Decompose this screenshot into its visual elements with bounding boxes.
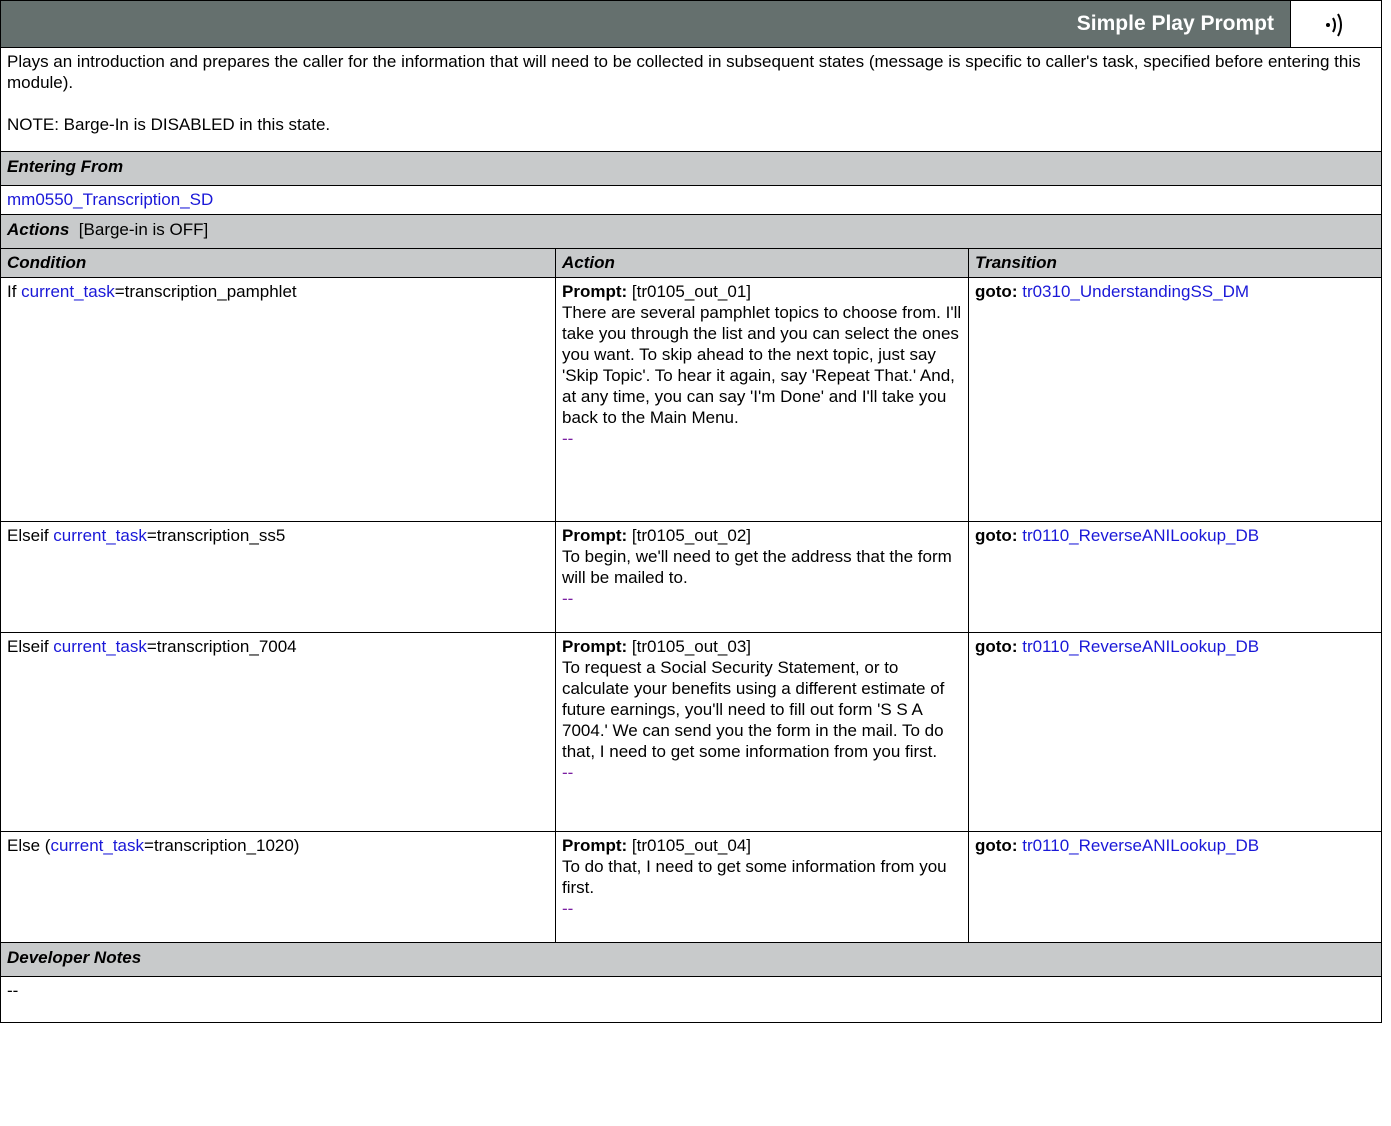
goto-link[interactable]: tr0110_ReverseANILookup_DB — [1022, 526, 1259, 545]
prompt-id: [tr0105_out_02] — [627, 526, 751, 545]
developer-notes-header: Developer Notes — [0, 942, 1383, 977]
prompt-text: To do that, I need to get some informati… — [562, 857, 947, 897]
goto-link[interactable]: tr0110_ReverseANILookup_DB — [1022, 637, 1259, 656]
description-text: Plays an introduction and prepares the c… — [7, 52, 1361, 92]
table-row: Else (current_task=transcription_1020) P… — [0, 831, 1383, 943]
table-row: Elseif current_task=transcription_7004 P… — [0, 632, 1383, 832]
speaker-sound-icon — [1290, 1, 1382, 47]
condition-value: =transcription_ss5 — [146, 526, 286, 545]
action-cell: Prompt: [tr0105_out_01] There are several… — [555, 277, 969, 522]
table-row: If current_task=transcription_pamphlet P… — [0, 277, 1383, 522]
spec-page: Simple Play Prompt Plays an introduction… — [0, 0, 1383, 1023]
actions-label: Actions — [7, 220, 70, 239]
prompt-text: To request a Social Security Statement, … — [562, 658, 945, 761]
action-cell: Prompt: [tr0105_out_02] To begin, we'll n… — [555, 521, 969, 633]
current-task-link[interactable]: current_task — [53, 637, 147, 656]
transition-cell: goto: tr0110_ReverseANILookup_DB — [967, 632, 1383, 832]
prompt-label: Prompt: — [562, 282, 628, 301]
actions-header: Actions [Barge-in is OFF] — [0, 214, 1383, 249]
table-row: Elseif current_task=transcription_ss5 Pr… — [0, 521, 1383, 633]
prompt-label: Prompt: — [562, 836, 628, 855]
prompt-id: [tr0105_out_04] — [627, 836, 751, 855]
action-cell: Prompt: [tr0105_out_03] To request a Soci… — [555, 632, 969, 832]
prompt-dash-link[interactable]: -- — [562, 763, 573, 782]
goto-label: goto: — [975, 526, 1018, 545]
condition-prefix: If — [7, 282, 22, 301]
goto-link[interactable]: tr0310_UnderstandingSS_DM — [1022, 282, 1249, 301]
current-task-link[interactable]: current_task — [50, 836, 144, 855]
prompt-dash-link[interactable]: -- — [562, 589, 573, 608]
title-bar: Simple Play Prompt — [0, 0, 1383, 48]
goto-label: goto: — [975, 836, 1018, 855]
prompt-text: There are several pamphlet topics to cho… — [562, 303, 962, 427]
condition-value: =transcription_1020) — [144, 836, 300, 855]
prompt-label: Prompt: — [562, 637, 628, 656]
prompt-dash-link[interactable]: -- — [562, 899, 573, 918]
column-header-transition: Transition — [967, 248, 1383, 278]
column-header-condition: Condition — [0, 248, 556, 278]
page-title: Simple Play Prompt — [1076, 12, 1275, 35]
column-header-action: Action — [555, 248, 969, 278]
entering-from-cell: mm0550_Transcription_SD — [0, 185, 1383, 215]
goto-label: goto: — [975, 282, 1018, 301]
condition-prefix: Elseif — [7, 526, 54, 545]
condition-value: =transcription_pamphlet — [114, 282, 297, 301]
state-spec-table: Simple Play Prompt Plays an introduction… — [0, 0, 1383, 1023]
prompt-label: Prompt: — [562, 526, 628, 545]
condition-prefix: Elseif — [7, 637, 54, 656]
condition-cell: If current_task=transcription_pamphlet — [0, 277, 556, 522]
transition-cell: goto: tr0110_ReverseANILookup_DB — [967, 521, 1383, 633]
prompt-dash-link[interactable]: -- — [562, 429, 573, 448]
current-task-link[interactable]: current_task — [53, 526, 147, 545]
transition-cell: goto: tr0110_ReverseANILookup_DB — [967, 831, 1383, 943]
prompt-text: To begin, we'll need to get the address … — [562, 547, 952, 587]
condition-cell: Elseif current_task=transcription_7004 — [0, 632, 556, 832]
current-task-link[interactable]: current_task — [21, 282, 115, 301]
entering-from-header: Entering From — [0, 151, 1383, 186]
goto-label: goto: — [975, 637, 1018, 656]
barge-in-note: NOTE: Barge-In is DISABLED in this state… — [7, 115, 331, 134]
condition-value: =transcription_7004 — [146, 637, 297, 656]
goto-link[interactable]: tr0110_ReverseANILookup_DB — [1022, 836, 1259, 855]
entering-from-link[interactable]: mm0550_Transcription_SD — [7, 190, 213, 209]
transition-cell: goto: tr0310_UnderstandingSS_DM — [967, 277, 1383, 522]
condition-cell: Else (current_task=transcription_1020) — [0, 831, 556, 943]
condition-cell: Elseif current_task=transcription_ss5 — [0, 521, 556, 633]
action-cell: Prompt: [tr0105_out_04] To do that, I nee… — [555, 831, 969, 943]
state-description: Plays an introduction and prepares the c… — [0, 47, 1383, 152]
developer-notes-cell: -- — [0, 976, 1383, 1023]
prompt-id: [tr0105_out_03] — [627, 637, 751, 656]
prompt-id: [tr0105_out_01] — [627, 282, 751, 301]
barge-in-status: [Barge-in is OFF] — [78, 220, 209, 239]
condition-prefix: Else ( — [7, 836, 51, 855]
